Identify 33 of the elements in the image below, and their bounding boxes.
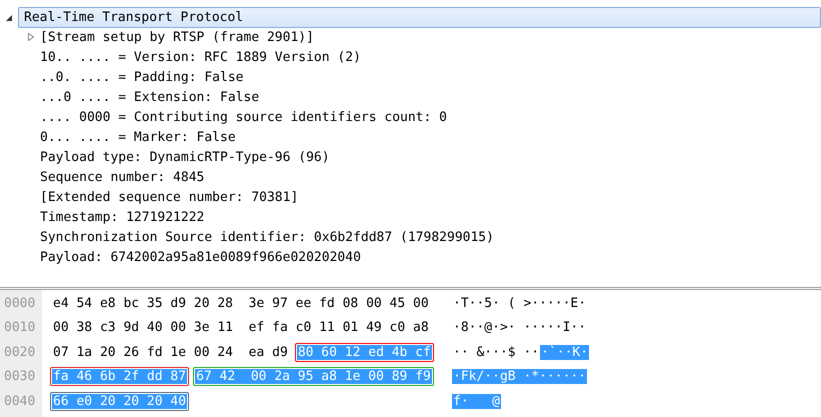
tree-item[interactable]: Sequence number: 4845 — [40, 170, 204, 184]
tree-item[interactable]: [Stream setup by RTSP (frame 2901)] — [40, 30, 314, 44]
tree-item[interactable]: ..0. .... = Padding: False — [40, 70, 244, 84]
ascii-text: ·Fk/··gB ·*······ — [452, 369, 588, 384]
offset-label: 0010 — [3, 319, 36, 336]
offset-label: 0020 — [3, 344, 36, 361]
hex-bytes: e4 54 e8 bc 35 d9 20 28 3e 97 ee fd 08 00 45 00 — [52, 296, 430, 311]
hex-bytes: fa 46 6b 2f dd 87 — [52, 369, 188, 384]
hex-bytes: 80 60 12 ed 4b cf — [296, 344, 432, 360]
tree-item[interactable]: Real-Time Transport Protocol — [18, 7, 821, 28]
offset-label: 0030 — [3, 368, 36, 386]
tree-item[interactable]: 0... .... = Marker: False — [40, 130, 236, 144]
hex-bytes: 00 38 c3 9d 40 00 3e 11 ef fa c0 11 01 49 c0 a8 — [52, 320, 430, 336]
ascii-text: ·T··5· ( >·····E· — [452, 296, 588, 311]
offset-label: 0040 — [3, 392, 36, 410]
hex-bytes: 67 42 00 2a 95 a8 1e 00 89 f9 — [195, 369, 432, 384]
ascii-text: f· @ — [452, 394, 501, 409]
tree-item[interactable]: 10.. .... = Version: RFC 1889 Version (2) — [40, 50, 361, 64]
tree-item[interactable]: ...0 .... = Extension: False — [40, 90, 260, 104]
ascii-text: ·`··K· — [540, 344, 590, 360]
hex-bytes: 07 1a 20 26 fd 1e 00 24 ea d9 — [52, 344, 289, 360]
collapsed-icon[interactable] — [27, 33, 35, 41]
tree-item[interactable]: .... 0000 = Contributing source identifiers count: 0 — [40, 110, 447, 124]
tree-item[interactable]: [Extended sequence number: 70381] — [40, 190, 298, 204]
ascii-text: ·· &···$ ·· — [452, 344, 540, 360]
tree-item[interactable]: Payload type: DynamicRTP-Type-96 (96) — [40, 150, 330, 164]
expanded-icon[interactable] — [5, 14, 13, 22]
tree-item[interactable]: Payload: 6742002a95a81e0089f966e020202040 — [40, 250, 361, 264]
offset-label: 0000 — [3, 295, 36, 312]
hex-bytes: 66 e0 20 20 20 40 — [52, 394, 188, 409]
ascii-text: ·8··@·>· ·····I·· — [452, 320, 588, 336]
tree-item[interactable]: Synchronization Source identifier: 0x6b2fdd87 (1798299015) — [40, 230, 494, 244]
tree-item[interactable]: Timestamp: 1271921222 — [40, 210, 204, 224]
